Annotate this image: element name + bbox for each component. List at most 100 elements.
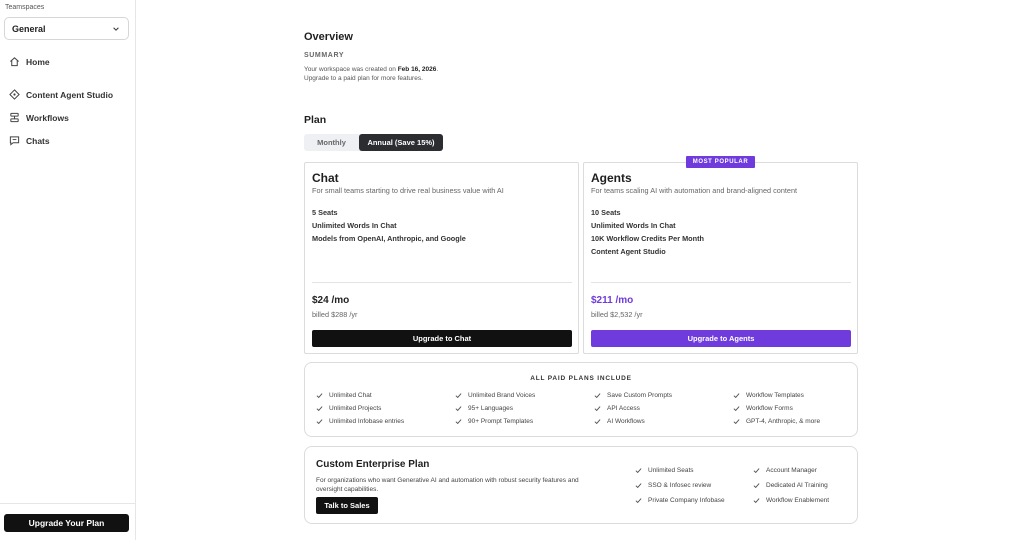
sidebar-item-chats[interactable]: Chats <box>9 135 50 146</box>
plan-name: Chat <box>312 171 339 185</box>
enterprise-feature-item: Account Manager <box>753 467 817 474</box>
check-icon <box>635 483 642 489</box>
included-feature-label: AI Workflows <box>607 418 645 425</box>
enterprise-feature-item: Dedicated AI Training <box>753 482 828 489</box>
overview-title: Overview <box>304 31 353 43</box>
included-feature-item: Save Custom Prompts <box>594 392 672 399</box>
teamspaces-label: Teamspaces <box>5 4 45 11</box>
sidebar-item-label: Workflows <box>26 112 69 123</box>
included-feature-item: 90+ Prompt Templates <box>455 418 533 425</box>
plan-billed: billed $2,532 /yr <box>591 310 643 319</box>
included-feature-item: 95+ Languages <box>455 405 513 412</box>
plan-feature: 10K Workflow Credits Per Month <box>591 234 704 243</box>
enterprise-feature-label: Unlimited Seats <box>648 467 694 474</box>
summary-label: SUMMARY <box>304 52 345 59</box>
plan-description: For small teams starting to drive real b… <box>312 186 504 195</box>
enterprise-feature-item: Workflow Enablement <box>753 497 829 504</box>
check-icon <box>594 406 601 412</box>
enterprise-description: For organizations who want Generative AI… <box>316 477 579 493</box>
sidebar-item-home[interactable]: Home <box>9 56 50 67</box>
billing-monthly-option[interactable]: Monthly <box>304 134 359 151</box>
enterprise-feature-item: Private Company Infobase <box>635 497 725 504</box>
enterprise-feature-label: Private Company Infobase <box>648 497 725 504</box>
included-feature-label: Workflow Templates <box>746 392 804 399</box>
included-features-card: ALL PAID PLANS INCLUDE Unlimited Chat Unl… <box>304 362 858 437</box>
summary-suffix: . <box>436 66 439 73</box>
plan-price: $211 /mo <box>591 295 634 306</box>
check-icon <box>733 419 740 425</box>
card-divider <box>591 282 851 283</box>
included-feature-label: Workflow Forms <box>746 405 793 412</box>
check-icon <box>753 468 760 474</box>
included-feature-item: Unlimited Brand Voices <box>455 392 535 399</box>
sidebar-item-label: Content Agent Studio <box>26 89 114 100</box>
included-feature-label: 95+ Languages <box>468 405 514 412</box>
included-feature-item: Unlimited Projects <box>316 405 381 412</box>
talk-to-sales-button[interactable]: Talk to Sales <box>316 497 378 514</box>
summary-date: Feb 16, 2026 <box>397 66 437 73</box>
billing-toggle: Monthly Annual (Save 15%) <box>304 134 443 151</box>
included-feature-item: API Access <box>594 405 640 412</box>
enterprise-feature-label: Workflow Enablement <box>766 497 830 504</box>
check-icon <box>455 393 462 399</box>
check-icon <box>594 393 601 399</box>
included-feature-label: Unlimited Infobase entries <box>329 418 405 425</box>
included-feature-label: Unlimited Chat <box>329 392 372 399</box>
enterprise-feature-item: SSO & Infosec review <box>635 482 711 489</box>
check-icon <box>635 468 642 474</box>
teamspace-selected-value: General <box>12 23 46 34</box>
plan-title: Plan <box>304 114 327 126</box>
upgrade-to-agents-button[interactable]: Upgrade to Agents <box>591 330 851 347</box>
plan-feature: Unlimited Words In Chat <box>591 221 676 230</box>
teamspace-select[interactable]: General <box>4 17 129 40</box>
plan-card-agents: Agents For teams scaling AI with automat… <box>583 162 858 354</box>
plan-feature: Unlimited Words In Chat <box>312 221 397 230</box>
plan-description: For teams scaling AI with automation and… <box>591 186 798 195</box>
check-icon <box>733 406 740 412</box>
diamond-icon <box>9 89 20 100</box>
upgrade-to-chat-button[interactable]: Upgrade to Chat <box>312 330 572 347</box>
included-feature-item: Workflow Templates <box>733 392 804 399</box>
most-popular-badge: MOST POPULAR <box>686 156 755 168</box>
chevron-down-icon <box>113 26 119 31</box>
included-feature-label: 90+ Prompt Templates <box>468 418 534 425</box>
check-icon <box>733 393 740 399</box>
included-feature-label: Save Custom Prompts <box>607 392 673 399</box>
plan-feature: Content Agent Studio <box>591 247 666 256</box>
chat-icon <box>9 136 20 146</box>
sidebar-item-label: Chats <box>26 135 50 146</box>
sidebar-item-content-agent-studio[interactable]: Content Agent Studio <box>9 89 113 100</box>
home-icon <box>10 57 19 67</box>
check-icon <box>594 419 601 425</box>
included-feature-item: GPT-4, Anthropic, & more <box>733 418 820 425</box>
summary-line2: Upgrade to a paid plan for more features… <box>304 75 423 82</box>
sidebar-item-workflows[interactable]: Workflows <box>9 112 69 123</box>
plan-feature: 10 Seats <box>591 208 621 217</box>
plan-feature: Models from OpenAI, Anthropic, and Googl… <box>312 234 466 243</box>
check-icon <box>753 483 760 489</box>
enterprise-feature-label: Account Manager <box>766 467 817 474</box>
included-title: ALL PAID PLANS INCLUDE <box>530 375 632 382</box>
included-feature-item: AI Workflows <box>594 418 645 425</box>
enterprise-card: Custom Enterprise Plan For organizations… <box>304 446 858 524</box>
check-icon <box>316 419 323 425</box>
plan-billed: billed $288 /yr <box>312 310 358 319</box>
included-feature-item: Workflow Forms <box>733 405 793 412</box>
enterprise-feature-item: Unlimited Seats <box>635 467 694 474</box>
plan-name: Agents <box>591 171 632 185</box>
enterprise-title: Custom Enterprise Plan <box>316 459 430 470</box>
billing-annual-option[interactable]: Annual (Save 15%) <box>359 134 443 151</box>
check-icon <box>635 498 642 504</box>
sidebar: Teamspaces General Home Content Agent St… <box>0 0 136 540</box>
summary-prefix: Your workspace was created on <box>304 66 398 73</box>
check-icon <box>753 498 760 504</box>
plan-feature: 5 Seats <box>312 208 338 217</box>
included-feature-label: Unlimited Brand Voices <box>468 392 536 399</box>
check-icon <box>316 406 323 412</box>
plan-price: $24 /mo <box>312 295 350 306</box>
check-icon <box>455 406 462 412</box>
workflow-icon <box>10 112 19 123</box>
upgrade-your-plan-button[interactable]: Upgrade Your Plan <box>4 514 129 532</box>
card-divider <box>312 282 572 283</box>
summary-text: Your workspace was created on Feb 16, 20… <box>304 65 438 83</box>
